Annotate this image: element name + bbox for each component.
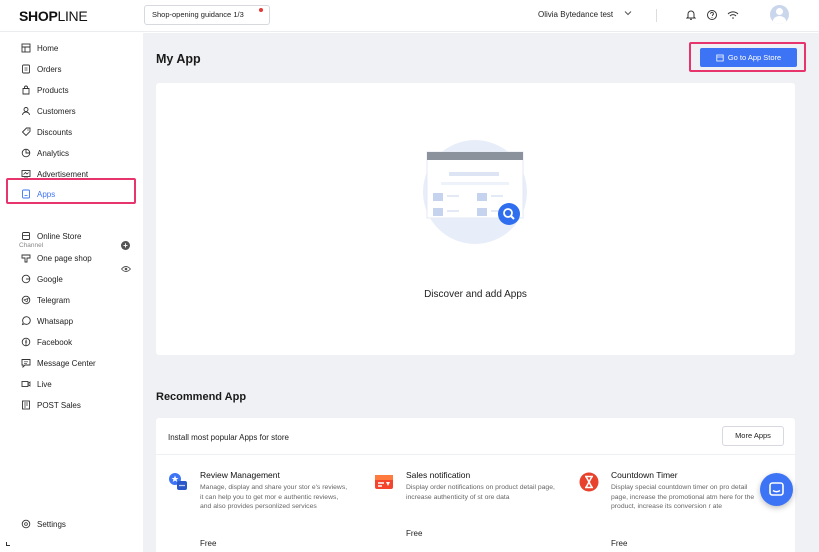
recommend-apps-card: Install most popular Apps for store More… <box>156 418 795 552</box>
user-name[interactable]: Olivia Bytedance test <box>538 10 613 19</box>
app-name: Sales notification <box>406 470 471 480</box>
sidebar-item-whatsapp[interactable]: Whatsapp <box>0 311 143 331</box>
recommend-header-text: Install most popular Apps for store <box>168 433 289 442</box>
avatar[interactable] <box>770 5 789 24</box>
review-management-icon <box>169 473 187 490</box>
empty-apps-illustration <box>423 140 527 244</box>
app-description: Display order notifications on product d… <box>406 484 555 501</box>
chat-icon <box>769 482 784 496</box>
sidebar-item-live[interactable]: Live <box>0 374 143 394</box>
sidebar-item-label: Products <box>37 85 69 95</box>
sidebar-item-label: Orders <box>37 64 62 74</box>
discounts-icon <box>21 127 31 137</box>
shop-opening-guidance-button[interactable]: Shop-opening guidance 1/3 <box>144 5 270 25</box>
app-store-button-label: Go to App Store <box>727 53 782 62</box>
one-page-shop-icon <box>21 253 31 263</box>
sidebar-item-label: Discounts <box>37 127 73 137</box>
sidebar-item-label: Telegram <box>37 295 70 305</box>
go-to-app-store-button[interactable]: Go to App Store <box>700 48 797 67</box>
sidebar-item-label: Google <box>37 274 63 284</box>
logo-bold-text: SHOP <box>19 8 58 24</box>
bell-icon[interactable] <box>684 8 698 22</box>
sidebar-item-telegram[interactable]: Telegram <box>0 290 143 310</box>
countdown-timer-icon <box>579 472 599 492</box>
sidebar-item-orders[interactable]: Orders <box>0 59 143 79</box>
sidebar-item-label: Live <box>37 379 52 389</box>
sidebar-item-products[interactable]: Products <box>0 80 143 100</box>
sidebar-item-label: One page shop <box>37 253 92 263</box>
sidebar-item-label: Online Store <box>37 231 82 241</box>
products-icon <box>21 85 31 95</box>
sales-notification-icon <box>375 475 393 489</box>
app-description: Manage, display and share your stor e's … <box>200 484 348 510</box>
app-price: Free <box>611 539 628 548</box>
resize-handle <box>6 542 10 546</box>
pos-icon <box>21 400 31 410</box>
divider <box>156 454 795 455</box>
sidebar-item-analytics[interactable]: Analytics <box>0 143 143 163</box>
top-bar: SHOPLINE Shop-opening guidance 1/3 Olivi… <box>0 0 819 32</box>
app-name: Review Management <box>200 470 280 480</box>
divider <box>656 9 657 22</box>
sidebar-item-customers[interactable]: Customers <box>0 101 143 121</box>
analytics-icon <box>21 148 31 158</box>
sidebar-item-one-page-shop[interactable]: One page shop <box>0 248 143 268</box>
notification-dot <box>259 8 263 12</box>
chat-support-button[interactable] <box>760 473 793 506</box>
sidebar-item-label: Whatsapp <box>37 316 74 326</box>
home-icon <box>21 43 31 53</box>
apps-highlight-box <box>6 178 136 204</box>
sidebar-item-label: POST Sales <box>37 400 81 410</box>
sidebar-item-post-sales[interactable]: POST Sales <box>0 395 143 415</box>
help-icon[interactable] <box>705 8 719 22</box>
sidebar-item-label: Facebook <box>37 337 73 347</box>
sidebar-item-online-store[interactable]: Online Store <box>0 226 143 246</box>
telegram-icon <box>21 295 31 305</box>
empty-apps-card: Discover and add Apps <box>156 83 795 355</box>
store-icon <box>716 54 724 61</box>
sidebar-item-message-center[interactable]: Message Center <box>0 353 143 373</box>
shopline-logo[interactable]: SHOPLINE <box>19 8 88 24</box>
app-name: Countdown Timer <box>611 470 678 480</box>
wifi-icon[interactable] <box>726 8 740 22</box>
chevron-down-icon[interactable] <box>624 9 632 18</box>
empty-state-text: Discover and add Apps <box>424 289 527 300</box>
guide-label: Shop-opening guidance 1/3 <box>152 10 244 19</box>
sidebar-item-home[interactable]: Home <box>0 38 143 58</box>
app-price: Free <box>406 529 423 538</box>
logo-thin-text: LINE <box>57 8 88 24</box>
facebook-icon <box>21 337 31 347</box>
sidebar-item-label: Message Center <box>37 358 96 368</box>
whatsapp-icon <box>21 316 31 326</box>
google-icon <box>21 274 31 284</box>
recommend-section-title: Recommend App <box>156 391 247 403</box>
sidebar-item-settings[interactable]: Settings <box>0 514 143 534</box>
sidebar-item-label: Home <box>37 43 59 53</box>
sidebar: Home Orders Products Customers Discounts… <box>0 33 143 552</box>
more-apps-button[interactable]: More Apps <box>722 426 784 446</box>
app-price: Free <box>200 539 217 548</box>
sidebar-item-facebook[interactable]: Facebook <box>0 332 143 352</box>
sidebar-item-label: Customers <box>37 106 76 116</box>
sidebar-item-discounts[interactable]: Discounts <box>0 122 143 142</box>
sidebar-item-label: Settings <box>37 519 66 529</box>
app-description: Display special countdown timer on pro d… <box>611 484 755 510</box>
sidebar-item-label: Analytics <box>37 148 70 158</box>
page-title: My App <box>156 52 201 66</box>
orders-icon <box>21 64 31 74</box>
gear-icon <box>21 519 31 529</box>
message-center-icon <box>21 358 31 368</box>
online-store-icon <box>21 231 31 241</box>
sidebar-item-google[interactable]: Google <box>0 269 143 289</box>
customers-icon <box>21 106 31 116</box>
main-content: My App Go to App Store Discover and add … <box>143 33 819 552</box>
live-icon <box>21 379 31 389</box>
